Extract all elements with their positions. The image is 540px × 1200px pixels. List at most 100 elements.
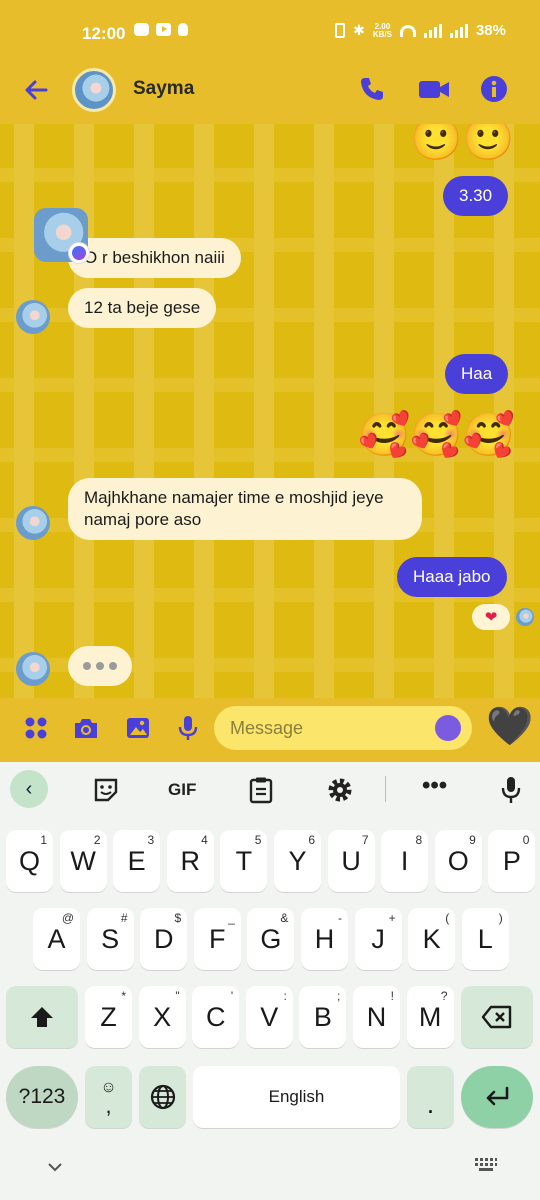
contact-avatar[interactable] [72,68,116,112]
key-r[interactable]: 4R [166,830,214,892]
backspace-key[interactable] [461,986,533,1048]
key-j[interactable]: + J [354,908,402,970]
key-u[interactable]: 7U [327,830,375,892]
key-hint: # [120,911,128,925]
key-c[interactable]: ' C [192,986,240,1048]
emoji-picker-icon[interactable] [435,715,461,741]
key-t[interactable]: 5T [220,830,268,892]
message-bubble-out[interactable]: Haaa jabo [397,557,507,597]
gif-button[interactable]: GIF [168,780,196,800]
video-call-icon[interactable] [417,74,451,104]
keyboard-toolbar: ‹ GIF ••• [0,762,540,816]
key-hint: ; [337,989,341,1003]
key-w[interactable]: 2W [59,830,107,892]
key-hint: ' [230,989,234,1003]
emoji-comma-key[interactable]: ☺ , [85,1066,132,1128]
key-m[interactable]: ? M [406,986,454,1048]
key-e[interactable]: 3E [113,830,161,892]
key-b[interactable]: ; B [299,986,347,1048]
chat-thread[interactable]: 🙂🙂 3.30 O r beshikhon naiii 12 ta beje g… [0,124,540,698]
back-arrow-icon[interactable] [22,76,50,104]
keyboard-switch-icon[interactable] [474,1156,498,1174]
key-hint: - [338,911,342,925]
clipboard-icon[interactable] [248,776,274,804]
key-hint: 6 [308,833,315,847]
key-v[interactable]: :V [245,986,293,1048]
language-globe-key[interactable] [139,1066,186,1128]
key-letter: S [101,923,120,954]
network-speed: 2.00 KB/S [372,22,392,39]
key-hint: ! [390,989,394,1003]
signal-icon [423,23,442,38]
key-letter: T [235,845,253,876]
network-speed-unit: KB/S [372,29,392,39]
typing-indicator [68,646,132,686]
key-letter: V [260,1001,279,1032]
key-hint: 2 [93,833,101,847]
heart-send-button[interactable]: 🖤 [486,706,533,746]
settings-gear-icon[interactable] [326,776,354,804]
system-icons: ✱ 2.00 KB/S 38% [335,22,506,39]
key-letter: Z [100,1001,117,1032]
enter-arrow-icon [486,1086,509,1106]
heart-reaction[interactable]: ❤ [472,604,510,630]
key-letter: W [70,845,96,876]
key-s[interactable]: # S [86,908,134,970]
key-x[interactable]: " X [138,986,186,1048]
key-letter: K [422,923,441,954]
key-f[interactable]: _ F [193,908,241,970]
key-hint: $ [174,911,182,925]
key-n[interactable]: ! N [353,986,400,1048]
message-bubble-in[interactable]: 12 ta beje gese [68,288,217,328]
key-letter: B [313,1001,332,1032]
symbols-key[interactable]: ?123 [6,1066,78,1128]
key-hint: ( [445,911,450,925]
emoji-message-love[interactable]: 🥰🥰🥰 [358,414,515,456]
key-h[interactable]: -H [301,908,348,970]
hide-keyboard-chevron-icon[interactable] [46,1160,64,1174]
apps-grid-icon[interactable] [22,714,50,742]
chevron-left-icon[interactable]: ‹ [10,770,48,808]
key-a[interactable]: @ A [33,908,80,970]
message-bubble-out[interactable]: Haa [445,354,509,394]
gallery-icon[interactable] [124,714,152,742]
key-o[interactable]: 9O [434,830,482,892]
key-hint: 7 [361,833,369,847]
phone-call-icon[interactable] [357,74,387,104]
enter-key[interactable] [461,1066,533,1128]
more-options-icon[interactable]: ••• [422,772,447,800]
key-hint: 5 [254,833,262,847]
chat-notification-icon [134,23,149,36]
message-bubble-in[interactable]: O r beshikhon naiii [68,238,241,278]
vibrate-icon [335,23,346,38]
space-bar[interactable]: English [193,1066,400,1128]
chat-header: Sayma [0,66,540,124]
key-q[interactable]: 1Q [6,830,53,892]
key-z[interactable]: * Z [85,986,132,1048]
microphone-icon[interactable] [174,714,202,742]
key-k[interactable]: (K [408,908,456,970]
key-hint: 8 [415,833,423,847]
key-letter: O [447,845,469,876]
key-hint: 4 [201,833,208,847]
sticker-icon[interactable] [92,776,120,804]
key-y[interactable]: 6Y [274,830,321,892]
period-key[interactable]: . [407,1066,454,1128]
key-i[interactable]: 8I [381,830,429,892]
emoji-message-smiles[interactable]: 🙂🙂 [410,124,515,160]
message-bubble-out[interactable]: 3.30 [443,176,509,216]
signal-icon-2 [449,23,468,38]
key-letter: Y [288,845,307,876]
voice-input-icon[interactable] [498,775,524,805]
info-icon[interactable] [479,74,509,104]
key-g[interactable]: & G [247,908,295,970]
camera-icon[interactable] [72,714,100,742]
key-letter: X [153,1001,172,1032]
message-input[interactable] [214,706,472,750]
contact-name[interactable]: Sayma [133,78,194,100]
key-d[interactable]: $ D [140,908,188,970]
message-bubble-in[interactable]: Majhkhane namajer time e moshjid jeye na… [68,478,422,540]
key-p[interactable]: 0P [488,830,536,892]
key-l[interactable]: ) L [461,908,509,970]
shift-key[interactable] [6,986,78,1048]
